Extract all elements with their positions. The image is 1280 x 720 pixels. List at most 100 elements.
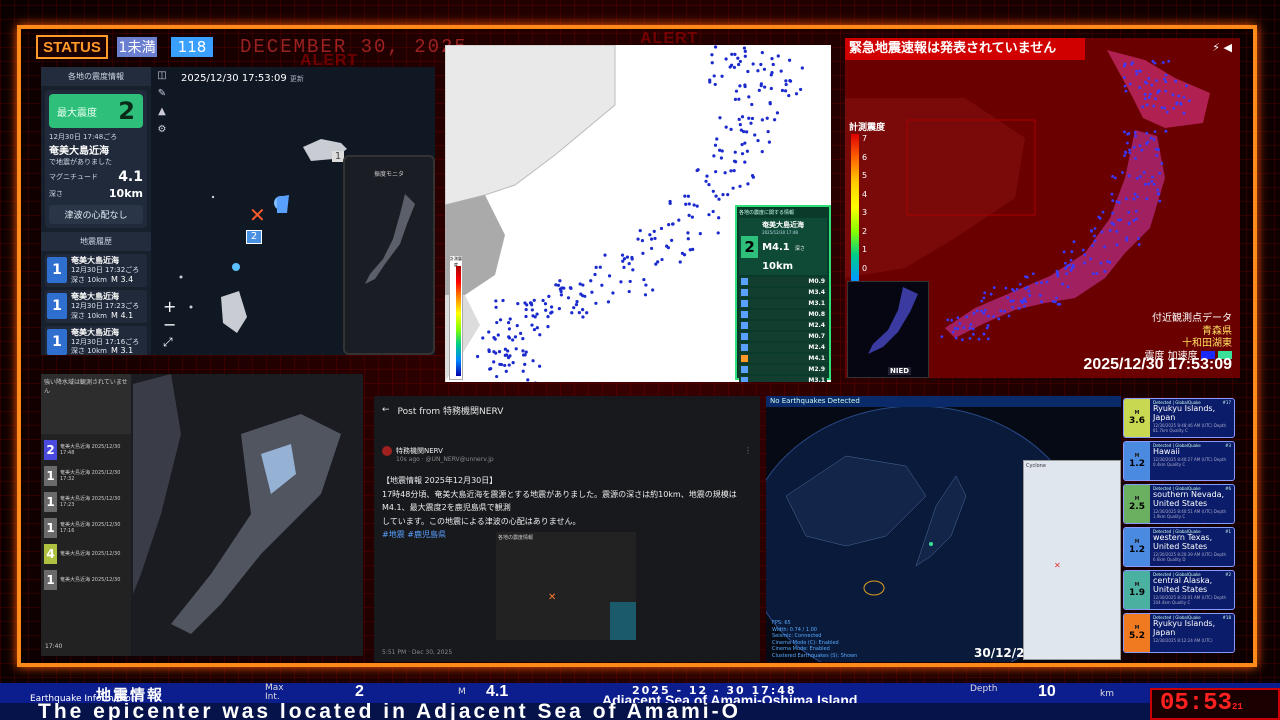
history-item[interactable]: 1 奄美大島近海 12月30日 17:16ごろ 深さ 10km M 3.1 bbox=[45, 325, 147, 356]
globalquake-card[interactable]: M 3.6 Detected | GlobalQuake #17 Ryukyu Isla… bbox=[1123, 398, 1235, 438]
quake-time: 12月30日 17:48ごろ bbox=[49, 133, 118, 141]
scale-tick-label: 3 bbox=[862, 208, 868, 217]
station-dot bbox=[760, 50, 764, 55]
status-badge: STATUS bbox=[36, 35, 108, 59]
fullscreen-icon[interactable]: ⤢ bbox=[163, 335, 173, 350]
pen-icon[interactable]: ✎ bbox=[155, 87, 169, 101]
station-dot bbox=[667, 223, 671, 227]
station-dot bbox=[687, 202, 691, 206]
station-dot bbox=[980, 299, 984, 303]
station-dot bbox=[951, 330, 955, 334]
back-arrow-icon[interactable]: ← bbox=[382, 405, 390, 415]
radar-item-intensity: 1 bbox=[44, 570, 57, 590]
zoom-out-button[interactable]: − bbox=[163, 315, 176, 334]
tweet-author[interactable]: 特務機関NERV bbox=[396, 446, 443, 456]
avatar[interactable] bbox=[382, 446, 392, 456]
radar-list-item[interactable]: 1 奄美大島近海 2025/12/30 17:23 bbox=[44, 492, 128, 512]
station-dot bbox=[737, 117, 741, 121]
station-dot bbox=[581, 315, 585, 319]
warning-icon[interactable]: ▲ bbox=[155, 105, 169, 119]
station-dot bbox=[1141, 105, 1145, 109]
gq-meta: 12/30/2025 8:48:46 AM (UTC) Depth 81.7km… bbox=[1153, 422, 1226, 433]
gear-icon[interactable]: ⚙ bbox=[155, 123, 169, 137]
history-title: 地震履歴 bbox=[41, 232, 151, 251]
station-dot bbox=[1056, 273, 1060, 276]
station-dot bbox=[1062, 250, 1066, 254]
gq-magnitude: M 1.2 bbox=[1124, 528, 1150, 566]
station-dot bbox=[497, 350, 502, 354]
station-dot bbox=[503, 347, 507, 351]
globalquake-card[interactable]: M 5.2 Detected | GlobalQuake #18 Ryukyu Isla… bbox=[1123, 613, 1235, 653]
station-dot bbox=[714, 194, 718, 198]
station-dot bbox=[987, 314, 990, 318]
gq-meta: 12/30/2025 8:40:27 AM (UTC) Depth 0.4km … bbox=[1153, 456, 1226, 467]
station-dot bbox=[1145, 197, 1149, 201]
radar-list-item[interactable]: 1 奄美大島近海 2025/12/30 17:32 bbox=[44, 466, 128, 486]
radar-list-item[interactable]: 1 奄美大島近海 2025/12/30 bbox=[44, 570, 128, 590]
station-dot bbox=[619, 280, 623, 284]
station-dot bbox=[729, 127, 733, 131]
zoom-in-button[interactable]: + bbox=[163, 297, 176, 316]
radar-list-item[interactable]: 1 奄美大島近海 2025/12/30 17:16 bbox=[44, 518, 128, 538]
history-list: 1 奄美大島近海 12月30日 17:32ごろ 深さ 10km M 3.4 1 奄美大島近海… bbox=[41, 254, 151, 355]
station-dot bbox=[1150, 83, 1154, 87]
station-dot bbox=[1123, 154, 1126, 158]
rain-radar-panel: 強い降水域は観測されていません 2 奄美大島近海 2025/12/30 17:48… bbox=[41, 374, 363, 656]
station-dot bbox=[475, 354, 480, 359]
radar-item-text: 奄美大島近海 2025/12/30 bbox=[60, 576, 121, 583]
station-dot bbox=[1133, 131, 1137, 134]
station-dot bbox=[1003, 309, 1006, 313]
station-dot bbox=[1093, 239, 1097, 243]
layers-icon[interactable]: ◫ bbox=[155, 69, 169, 83]
tweet-image-inset bbox=[610, 602, 636, 640]
latest-quake-card[interactable]: 最大震度 2 12月30日 17:48ごろ 奄美大島近海 で地震がありました マ… bbox=[45, 90, 147, 228]
station-dot bbox=[1083, 253, 1087, 257]
station-dot bbox=[738, 123, 742, 127]
station-dot bbox=[745, 149, 749, 153]
station-dot bbox=[531, 359, 535, 363]
radar-list-item[interactable]: 4 奄美大島近海 2025/12/30 bbox=[44, 544, 128, 564]
globalquake-card[interactable]: M 1.2 Detected | GlobalQuake #1 western Texa… bbox=[1123, 527, 1235, 567]
station-dot bbox=[1133, 192, 1137, 196]
station-dot bbox=[514, 347, 518, 351]
gq-number: #18 bbox=[1222, 615, 1231, 620]
globalquake-card[interactable]: M 1.2 Detected | GlobalQuake #3 Hawaii 12/30/… bbox=[1123, 441, 1235, 481]
station-dot bbox=[648, 233, 652, 237]
station-dot bbox=[740, 142, 744, 147]
gq-magnitude-value: 2.5 bbox=[1129, 502, 1145, 512]
station-dot bbox=[523, 353, 527, 357]
globalquake-card[interactable]: M 1.9 Detected | GlobalQuake #2 central Alas… bbox=[1123, 570, 1235, 610]
radar-item-text: 奄美大島近海 2025/12/30 17:32 bbox=[60, 469, 121, 483]
station-dot bbox=[708, 80, 712, 84]
cyclone-title: Cyclone bbox=[1026, 463, 1046, 469]
station-dot bbox=[759, 84, 763, 88]
station-dot bbox=[766, 130, 770, 134]
history-item[interactable]: 1 奄美大島近海 12月30日 17:23ごろ 深さ 10km M 4.1 bbox=[45, 289, 147, 323]
station-dot bbox=[492, 335, 496, 340]
station-dot bbox=[1137, 243, 1141, 246]
quake-list-items: 2 奄美大島近海 2025/12/30 17:48 1 奄美大島近海 2025/12/… bbox=[41, 440, 131, 590]
station-dot bbox=[628, 279, 632, 284]
station-dot bbox=[498, 318, 503, 322]
history-intensity: 1 bbox=[47, 257, 67, 284]
history-text: 奄美大島近海 12月30日 17:16ごろ 深さ 10km M 3.1 bbox=[71, 328, 139, 356]
station-dot bbox=[751, 62, 755, 66]
station-dot bbox=[960, 338, 964, 342]
history-item[interactable]: 1 奄美大島近海 12月30日 17:32ごろ 深さ 10km M 3.4 bbox=[45, 254, 147, 287]
station-dot bbox=[968, 326, 972, 330]
bar-depth: 10 bbox=[1038, 683, 1056, 700]
gq-location: southern Nevada, United States bbox=[1153, 490, 1225, 508]
radar-list-item[interactable]: 2 奄美大島近海 2025/12/30 17:48 bbox=[44, 440, 128, 460]
station-dot bbox=[1123, 76, 1126, 80]
speaker-icon[interactable]: ◀ bbox=[1224, 41, 1232, 54]
station-dot bbox=[659, 226, 664, 231]
station-dot bbox=[1136, 195, 1139, 199]
more-icon[interactable]: ⋮ bbox=[744, 446, 752, 455]
globalquake-card[interactable]: M 2.5 Detected | GlobalQuake #6 southern Nev… bbox=[1123, 484, 1235, 524]
station-dot bbox=[1138, 144, 1142, 148]
station-dot bbox=[1152, 182, 1156, 186]
tweet-image[interactable]: 各地の震度情報 ✕ bbox=[496, 532, 636, 640]
station-dot bbox=[515, 323, 519, 328]
info-row-swatch bbox=[741, 366, 748, 373]
station-dot bbox=[1061, 282, 1064, 286]
